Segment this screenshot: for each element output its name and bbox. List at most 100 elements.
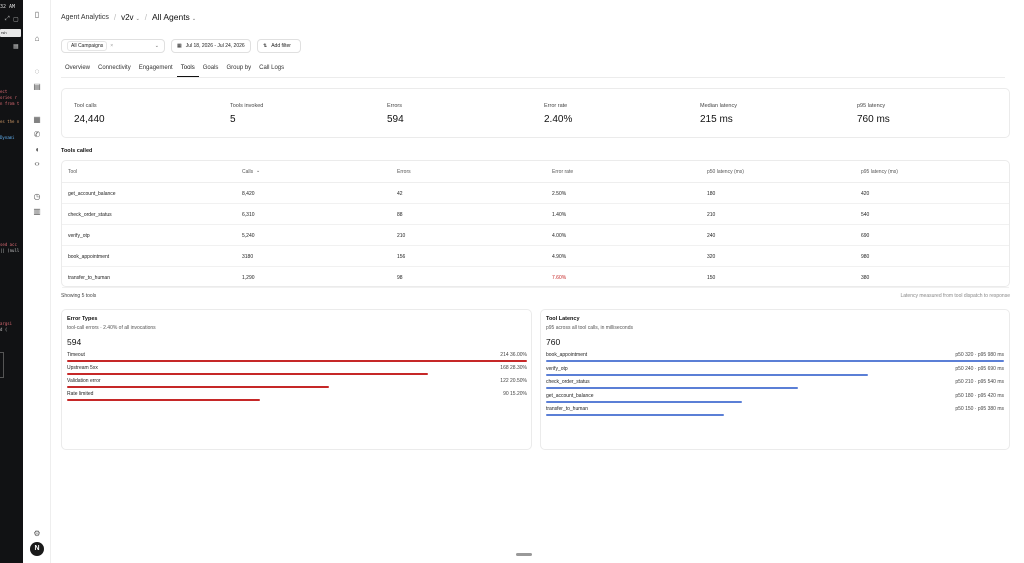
- resize-handle[interactable]: [516, 553, 532, 556]
- terminal-line: sed acc: [0, 242, 17, 247]
- breadcrumb-root[interactable]: Agent Analytics: [61, 14, 109, 21]
- tab-overview[interactable]: Overview: [61, 62, 94, 77]
- stat-block: p95 latency 760 ms: [857, 103, 890, 125]
- bar-value: p50 150 · p95 380 ms: [955, 406, 1004, 412]
- column-header[interactable]: Error rate: [552, 169, 573, 175]
- home-icon[interactable]: ⌂: [32, 34, 42, 44]
- table-footer-note: Latency measured from tool dispatch to r…: [900, 293, 1010, 299]
- table-row[interactable]: get_account_balance 8,420 42 2.50% 180 420: [62, 183, 1009, 204]
- table-cell: 180: [707, 191, 716, 197]
- stat-value: 24,440: [74, 114, 105, 125]
- tab-divider: [61, 77, 1005, 78]
- close-icon[interactable]: ×: [110, 43, 113, 49]
- stat-label: Error rate: [544, 103, 568, 109]
- bar-value: p50 180 · p95 420 ms: [955, 392, 1004, 399]
- column-header[interactable]: Calls: [242, 169, 253, 175]
- table-cell: 7.60%: [552, 275, 567, 281]
- bar-label: Timeout: [67, 352, 85, 358]
- bar-label: Validation error: [67, 378, 101, 384]
- filter-icon: ⇅: [263, 43, 268, 49]
- terminal-line: Dynami: [0, 135, 15, 140]
- stats-card: Tool calls 24,440 Tools invoked 5 Errors 594 E…: [61, 88, 1010, 138]
- bar-fill: [67, 360, 527, 362]
- add-filter-label: Add filter: [271, 43, 291, 49]
- code-icon[interactable]: ‹›: [32, 159, 42, 169]
- add-filter-button[interactable]: ⇅ Add filter: [257, 39, 301, 53]
- expand-icon[interactable]: ⤢: [5, 16, 10, 23]
- column-header[interactable]: p50 latency (ms): [707, 169, 744, 175]
- table-cell: 5,240: [242, 233, 255, 239]
- table-cell: check_order_status: [68, 212, 112, 218]
- sort-icon[interactable]: ⌄: [256, 168, 260, 174]
- table-cell: verify_otp: [68, 233, 90, 239]
- inbox-icon[interactable]: ▤: [32, 82, 42, 92]
- column-header[interactable]: Tool: [68, 169, 77, 175]
- table-cell: 3180: [242, 254, 254, 260]
- date-range-picker[interactable]: ▦ Jul 18, 2026 - Jul 24, 2026: [171, 39, 251, 53]
- avatar[interactable]: N: [30, 542, 44, 556]
- agents-select[interactable]: All Agents ⌄: [152, 12, 196, 22]
- table-cell: get_account_balance: [68, 191, 116, 197]
- table-row[interactable]: verify_otp 5,240 210 4.00% 240 690: [62, 225, 1009, 246]
- bar-value: p50 320 · p95 980 ms: [955, 352, 1004, 358]
- stat-value: 760 ms: [857, 114, 890, 125]
- phone-icon[interactable]: ✆: [32, 130, 42, 140]
- table-cell: 1,290: [242, 275, 255, 281]
- settings-icon[interactable]: ⚙: [32, 529, 42, 539]
- bar-fill: [67, 386, 329, 388]
- table-cell: 210: [707, 212, 716, 218]
- table-row[interactable]: transfer_to_human 1,290 98 7.60% 150 380: [62, 267, 1009, 288]
- bar-row: get_account_balance p50 180 · p95 420 ms: [546, 393, 1004, 403]
- stat-block: Median latency 215 ms: [700, 103, 737, 125]
- table-footer-count: Showing 5 tools: [61, 293, 97, 299]
- tab-bar: Overview Connectivity Engagement Tools Goals…: [61, 62, 288, 77]
- column-header[interactable]: p95 latency (ms): [861, 169, 898, 175]
- bar-row: book_appointment p50 320 · p95 980 ms: [546, 352, 1004, 362]
- workspace-select[interactable]: v2v ⌄: [121, 13, 140, 22]
- bar-label: Upstream 5xx: [67, 365, 98, 371]
- tab-tools[interactable]: Tools: [176, 62, 199, 77]
- terminal-line: d (: [0, 327, 8, 332]
- stat-block: Tools invoked 5: [230, 103, 263, 125]
- panel-toggle-icon[interactable]: ▯: [32, 10, 42, 20]
- tool-latency-card: Tool Latency p95 across all tool calls, …: [540, 309, 1010, 450]
- bar-fill: [67, 399, 260, 401]
- terminal-line: es the n: [0, 119, 20, 124]
- card-subtitle: tool-call errors · 2.40% of all invocati…: [67, 325, 156, 331]
- tab-engagement[interactable]: Engagement: [135, 62, 177, 77]
- campaign-select[interactable]: All Campaigns × ⌄: [61, 39, 165, 53]
- card-total: 760: [546, 337, 561, 347]
- calendar-icon: ▦: [177, 43, 182, 49]
- tab-call-logs[interactable]: Call Logs: [255, 62, 288, 77]
- stat-value: 2.40%: [544, 114, 573, 125]
- calendar-icon[interactable]: ▦: [32, 115, 42, 125]
- bar-fill: [546, 387, 798, 389]
- book-icon[interactable]: ▥: [32, 207, 42, 217]
- chevron-down-icon: ⌄: [154, 43, 159, 49]
- bar-row: Rate limited 90 15.20%: [67, 391, 527, 401]
- history-icon[interactable]: ◷: [32, 192, 42, 202]
- window-icon[interactable]: ▢: [13, 16, 19, 23]
- bar-fill: [546, 400, 742, 403]
- bar-value: 122 20.50%: [500, 378, 527, 384]
- bar-row: check_order_status p50 210 · p95 540 ms: [546, 379, 1004, 389]
- tab-connectivity[interactable]: Connectivity: [94, 62, 135, 77]
- tab-goals[interactable]: Goals: [199, 62, 223, 77]
- megaphone-icon[interactable]: ◖: [32, 145, 42, 155]
- table-row[interactable]: book_appointment 3180 156 4.90% 320 980: [62, 246, 1009, 267]
- stat-value: 594: [387, 114, 404, 125]
- terminal-tab[interactable]: rsh: [0, 29, 21, 37]
- table-row[interactable]: check_order_status 6,310 88 1.40% 210 540: [62, 204, 1009, 225]
- chat-icon[interactable]: ◌: [32, 67, 42, 77]
- terminal-line: ect: [0, 89, 8, 94]
- grid-icon[interactable]: ▦: [13, 43, 19, 50]
- column-header[interactable]: Errors: [397, 169, 411, 175]
- tools-table: Tool Calls ⌄ Errors Error rate p50 latency (m…: [61, 160, 1010, 288]
- bar-row: Timeout 214 36.00%: [67, 352, 527, 362]
- tab-group-by[interactable]: Group by: [222, 62, 255, 77]
- sidebar: ▯ ⌂ ◌ ▤ ▦ ✆ ◖ ‹› ◷ ▥ ⚙ N: [23, 0, 51, 563]
- table-cell: 210: [397, 233, 406, 239]
- date-range-label: Jul 18, 2026 - Jul 24, 2026: [185, 43, 245, 49]
- stat-label: Tool calls: [74, 103, 97, 109]
- terminal-line: || (null: [0, 248, 20, 253]
